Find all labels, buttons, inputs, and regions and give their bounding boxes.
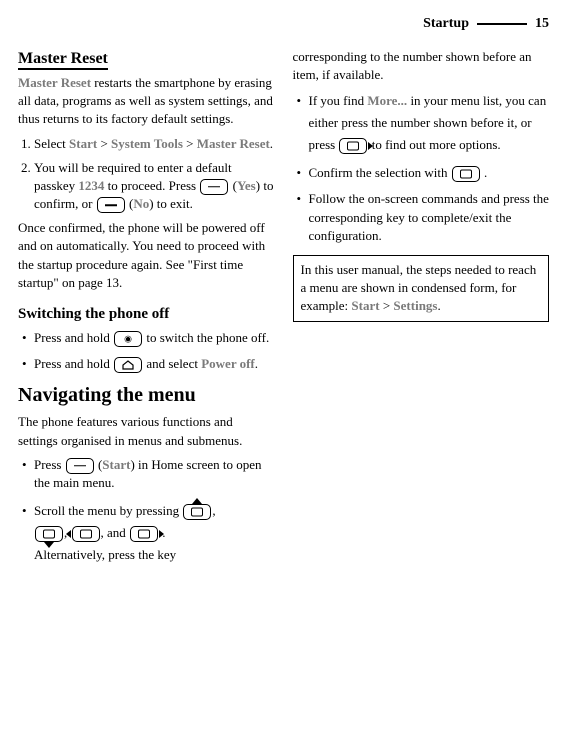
- right-column: corresponding to the number shown before…: [293, 48, 550, 575]
- step-1: Select Start > System Tools > Master Res…: [34, 135, 275, 153]
- softkey-icon: [200, 179, 228, 195]
- left-column: Master Reset Master Reset restarts the s…: [18, 48, 275, 575]
- nav-menu-heading: Navigating the menu: [18, 381, 275, 409]
- master-reset-steps: Select Start > System Tools > Master Res…: [18, 135, 275, 214]
- list-item: If you find More... in your menu list, y…: [295, 90, 550, 156]
- nav-menu-intro: The phone features various functions and…: [18, 413, 275, 449]
- master-reset-intro: Master Reset restarts the smartphone by …: [18, 74, 275, 129]
- softkey-icon: [97, 197, 125, 213]
- switch-off-list: Press and hold to switch the phone off. …: [18, 329, 275, 373]
- content-columns: Master Reset Master Reset restarts the s…: [18, 48, 549, 575]
- page-header: Startup 15: [18, 14, 549, 36]
- nav-right-icon: [130, 526, 158, 542]
- softkey-icon: [66, 458, 94, 474]
- list-item: Follow the on-screen commands and press …: [295, 190, 550, 245]
- list-item: Press (Start) in Home screen to open the…: [20, 456, 275, 492]
- switch-off-heading: Switching the phone off: [18, 304, 275, 325]
- right-list: If you find More... in your menu list, y…: [293, 90, 550, 245]
- power-key-icon: [114, 331, 142, 347]
- master-reset-outro: Once confirmed, the phone will be powere…: [18, 219, 275, 292]
- list-item: Press and hold and select Power off.: [20, 355, 275, 373]
- nav-down-icon: [35, 526, 63, 542]
- continuation-text: corresponding to the number shown before…: [293, 48, 550, 84]
- home-key-icon: [114, 357, 142, 373]
- nav-left-icon: [72, 526, 100, 542]
- list-item: Scroll the menu by pressing , , , and . …: [20, 500, 275, 566]
- step-2: You will be required to enter a default …: [34, 159, 275, 214]
- center-key-icon: [452, 166, 480, 182]
- header-divider: [477, 23, 527, 25]
- list-item: Confirm the selection with .: [295, 164, 550, 182]
- nav-right-icon: [339, 138, 367, 154]
- nav-menu-list: Press (Start) in Home screen to open the…: [18, 456, 275, 567]
- note-box: In this user manual, the steps needed to…: [293, 255, 550, 322]
- nav-up-icon: [183, 504, 211, 520]
- page-number: 15: [535, 14, 549, 34]
- list-item: Press and hold to switch the phone off.: [20, 329, 275, 347]
- master-reset-heading: Master Reset: [18, 48, 275, 70]
- section-title: Startup: [423, 14, 469, 34]
